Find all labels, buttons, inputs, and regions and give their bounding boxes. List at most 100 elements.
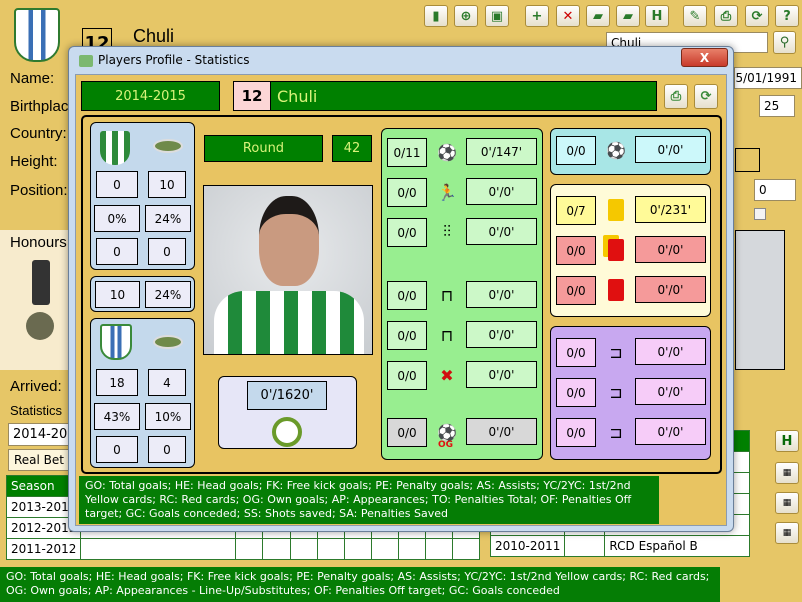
save-icon: H bbox=[651, 8, 663, 24]
season-select[interactable]: 2014-201 bbox=[8, 423, 70, 446]
club-loan-substitute: 0 bbox=[96, 436, 138, 463]
season-bar: 2014-2015 bbox=[81, 81, 220, 111]
height-label: Height: bbox=[10, 153, 58, 170]
goal-stat-count: 0/11 bbox=[387, 138, 427, 167]
print-button[interactable]: ⎙ bbox=[714, 5, 738, 27]
goals-conceded-icon: ⊐ bbox=[609, 342, 623, 362]
exit-button[interactable]: ⟳ bbox=[745, 5, 769, 27]
card-stat-count: 0/0 bbox=[556, 236, 596, 265]
folder-add-button[interactable]: ▰ bbox=[586, 5, 610, 27]
goal-stat-minutes: 0'/0' bbox=[466, 178, 537, 205]
free-kick-wall-icon: ⫶⫶ bbox=[442, 222, 451, 241]
goal-stat-minutes: 0'/0' bbox=[466, 418, 537, 445]
table-add-button[interactable]: ▦ bbox=[775, 492, 799, 514]
round-value: 42 bbox=[332, 135, 372, 162]
goal-stat-minutes: 0'/0' bbox=[466, 218, 537, 245]
goal-stat-count: 0/0 bbox=[387, 321, 427, 350]
clipboard-button[interactable]: ▣ bbox=[485, 5, 509, 27]
penalty-saved-icon: ⊐ bbox=[609, 422, 623, 442]
folder-remove-button[interactable]: ▰ bbox=[616, 5, 640, 27]
player-photo-background bbox=[735, 230, 785, 370]
club-current-goals: 10 bbox=[148, 171, 186, 198]
trophy-icon bbox=[32, 260, 50, 305]
age-field[interactable]: 25 bbox=[759, 95, 795, 117]
print-button[interactable]: ⎙ bbox=[664, 84, 688, 109]
magnifier-icon: ⚲ bbox=[779, 35, 790, 50]
chart-button[interactable]: ▮ bbox=[424, 5, 448, 27]
second-yellow-card-icon bbox=[603, 234, 629, 266]
table-row[interactable]: 2010-2011 RCD Español B bbox=[489, 535, 750, 557]
dialog-icon bbox=[79, 55, 93, 67]
goal-stat-count: 0/0 bbox=[387, 418, 427, 447]
folder-add-icon: ▰ bbox=[593, 8, 603, 24]
delete-icon: ✕ bbox=[562, 8, 574, 24]
shot-saved-icon: ⊐ bbox=[609, 382, 623, 402]
add-circle-icon: ⊕ bbox=[460, 8, 472, 24]
penalty-missed-icon: ✖ bbox=[440, 365, 454, 385]
exit-button[interactable]: ⟳ bbox=[694, 84, 718, 109]
table-all-button[interactable]: ▦ bbox=[775, 462, 799, 484]
card-stat-count: 0/7 bbox=[556, 196, 596, 225]
goal-stat-minutes: 0'/147' bbox=[466, 138, 537, 165]
ball-trophy-icon bbox=[26, 312, 54, 340]
goal-stat-minutes: 0'/0' bbox=[466, 361, 537, 388]
card-stat-count: 0/0 bbox=[556, 276, 596, 305]
team-button[interactable]: Real Bet bbox=[8, 449, 70, 471]
exit-icon: ⟳ bbox=[700, 89, 712, 104]
keeper-stat-count: 0/0 bbox=[556, 338, 596, 367]
broom-button[interactable]: ✎ bbox=[683, 5, 707, 27]
club-current-other: 0 bbox=[148, 238, 186, 265]
club-logo bbox=[14, 8, 60, 62]
stadium-icon bbox=[153, 335, 183, 349]
assist-icon: ⚽ bbox=[606, 140, 626, 160]
honours-panel: Honours bbox=[0, 230, 68, 370]
birthdate-field[interactable]: 5/01/1991 bbox=[734, 67, 802, 89]
print-icon: ⎙ bbox=[720, 8, 732, 24]
goal-stat-count: 0/0 bbox=[387, 281, 427, 310]
dialog-abbreviations-legend: GO: Total goals; HE: Head goals; FK: Fre… bbox=[79, 476, 659, 524]
help-button[interactable]: ? bbox=[775, 5, 799, 27]
club-current-appearances: 0 bbox=[96, 171, 138, 198]
table-remove-button[interactable]: ▦ bbox=[775, 522, 799, 544]
minutes-played: 0'/1620' bbox=[247, 381, 327, 410]
total-appearances: 10 bbox=[95, 281, 140, 308]
add-circle-button[interactable]: ⊕ bbox=[454, 5, 478, 27]
honours-label: Honours bbox=[10, 234, 67, 251]
save-stats-button[interactable]: H bbox=[775, 430, 799, 452]
keeper-stat-count: 0/0 bbox=[556, 418, 596, 447]
table-row[interactable]: 2011-2012 bbox=[5, 538, 481, 560]
club-current-goals-pct: 24% bbox=[145, 205, 191, 232]
birthplace-label: Birthplac bbox=[10, 98, 69, 115]
keeper-stat-minutes: 0'/0' bbox=[635, 418, 706, 445]
goal-stat-count: 0/0 bbox=[387, 361, 427, 390]
help-icon: ? bbox=[783, 8, 791, 24]
folder-remove-icon: ▰ bbox=[623, 8, 633, 24]
name-label: Name: bbox=[10, 70, 55, 87]
country-label: Country: bbox=[10, 125, 67, 142]
dialog-title: Players Profile - Statistics bbox=[98, 53, 250, 67]
card-stat-minutes: 0'/231' bbox=[635, 196, 706, 223]
delete-button[interactable]: ✕ bbox=[556, 5, 580, 27]
goal-stat-count: 0/0 bbox=[387, 178, 427, 207]
club-loan-goals-pct: 10% bbox=[145, 403, 191, 430]
leganes-crest-icon bbox=[100, 324, 132, 360]
position-label: Position: bbox=[10, 182, 68, 199]
ball-goal-icon: ⚽ bbox=[437, 142, 457, 162]
number-field[interactable]: 0 bbox=[754, 179, 796, 201]
clipboard-icon: ▣ bbox=[490, 8, 504, 24]
assists-minutes: 0'/0' bbox=[635, 136, 706, 163]
club-loan-goals: 4 bbox=[148, 369, 186, 396]
penalty-scored-icon: ⊓ bbox=[440, 325, 454, 345]
close-button[interactable]: X bbox=[681, 48, 728, 67]
goal-stat-count: 0/0 bbox=[387, 218, 427, 247]
club-loan-other: 0 bbox=[148, 436, 186, 463]
new-button[interactable]: + bbox=[525, 5, 549, 27]
player-name-title: Chuli bbox=[133, 26, 175, 46]
statistics-label: Statistics bbox=[10, 403, 63, 418]
checkbox[interactable] bbox=[754, 208, 766, 220]
dialog-player-number: 12 bbox=[233, 81, 271, 111]
search-button[interactable]: ⚲ bbox=[773, 31, 796, 54]
own-goal-badge: OG bbox=[438, 440, 454, 450]
save-button[interactable]: H bbox=[645, 5, 669, 27]
header-icon: 🏃 bbox=[437, 182, 457, 202]
